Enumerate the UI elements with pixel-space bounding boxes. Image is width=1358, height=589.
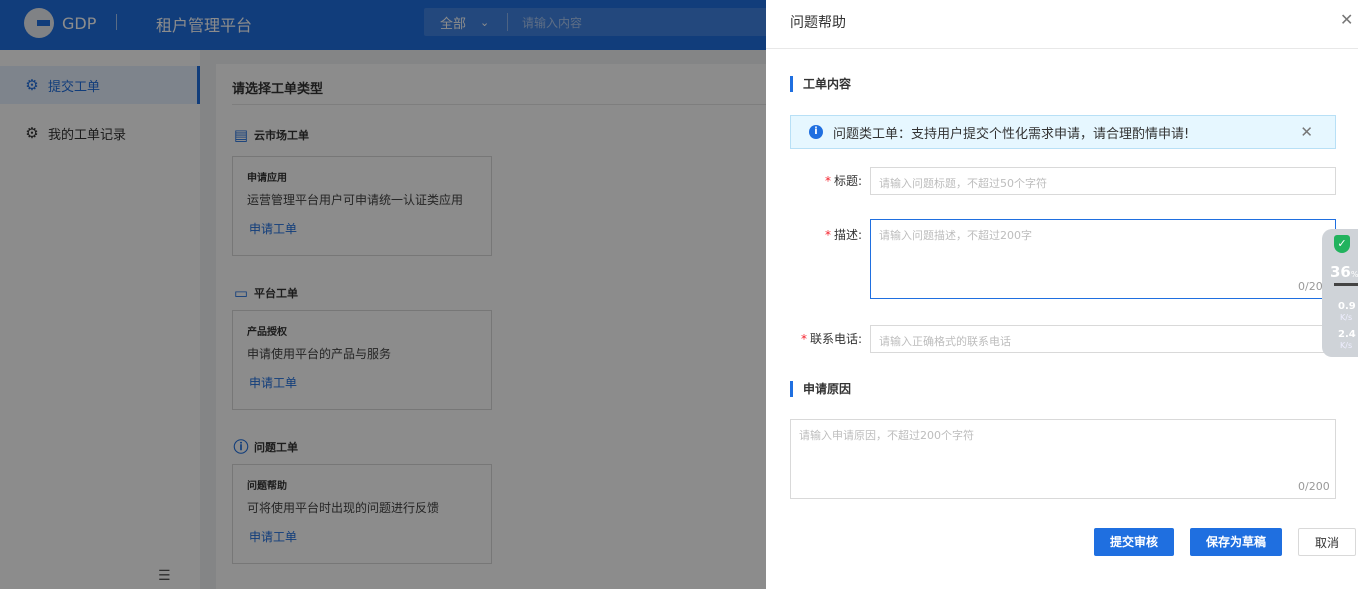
desc-field-label: * 描述: <box>824 228 862 242</box>
reason-char-counter: 0/200 <box>1298 480 1330 493</box>
download-speed: 2.4 <box>1338 329 1356 340</box>
reason-textarea[interactable]: 请输入申请原因，不超过200个字符 <box>790 419 1336 499</box>
required-mark: * <box>824 228 831 242</box>
usage-bar <box>1334 283 1358 286</box>
close-icon[interactable]: ✕ <box>1300 123 1313 141</box>
required-mark: * <box>800 332 807 346</box>
desc-textarea[interactable]: 请输入问题描述，不超过200字 <box>870 219 1336 299</box>
title-input[interactable]: 请输入问题标题，不超过50个字符 <box>870 167 1336 195</box>
divider <box>766 48 1358 49</box>
close-icon[interactable]: ✕ <box>1340 10 1353 29</box>
submit-review-button[interactable]: 提交审核 <box>1094 528 1174 556</box>
upload-speed: 0.9 <box>1338 301 1356 312</box>
cancel-button[interactable]: 取消 <box>1298 528 1356 556</box>
section-ticket-content: 工单内容 <box>790 76 851 92</box>
title-field-label: * 标题: <box>824 174 862 188</box>
required-mark: * <box>824 174 831 188</box>
issue-help-drawer: 问题帮助 ✕ 工单内容 i 问题类工单：支持用户提交个性化需求申请，请合理酌情申… <box>766 0 1358 589</box>
network-speed-widget[interactable]: ✓ 36% 0.9 K/s 2.4 K/s <box>1322 229 1358 357</box>
info-icon: i <box>809 125 823 139</box>
alert-message: 问题类工单：支持用户提交个性化需求申请，请合理酌情申请! <box>833 126 1190 142</box>
drawer-title: 问题帮助 <box>790 15 846 31</box>
section-apply-reason: 申请原因 <box>790 381 851 397</box>
phone-field-label: * 联系电话: <box>800 332 862 346</box>
download-unit: K/s <box>1340 341 1353 350</box>
shield-check-icon: ✓ <box>1334 235 1350 253</box>
usage-percent: 36% <box>1330 263 1358 281</box>
modal-mask[interactable] <box>0 0 766 589</box>
save-draft-button[interactable]: 保存为草稿 <box>1190 528 1282 556</box>
phone-input[interactable]: 请输入正确格式的联系电话 <box>870 325 1336 353</box>
info-alert: i 问题类工单：支持用户提交个性化需求申请，请合理酌情申请! ✕ <box>790 115 1336 149</box>
upload-unit: K/s <box>1340 313 1353 322</box>
